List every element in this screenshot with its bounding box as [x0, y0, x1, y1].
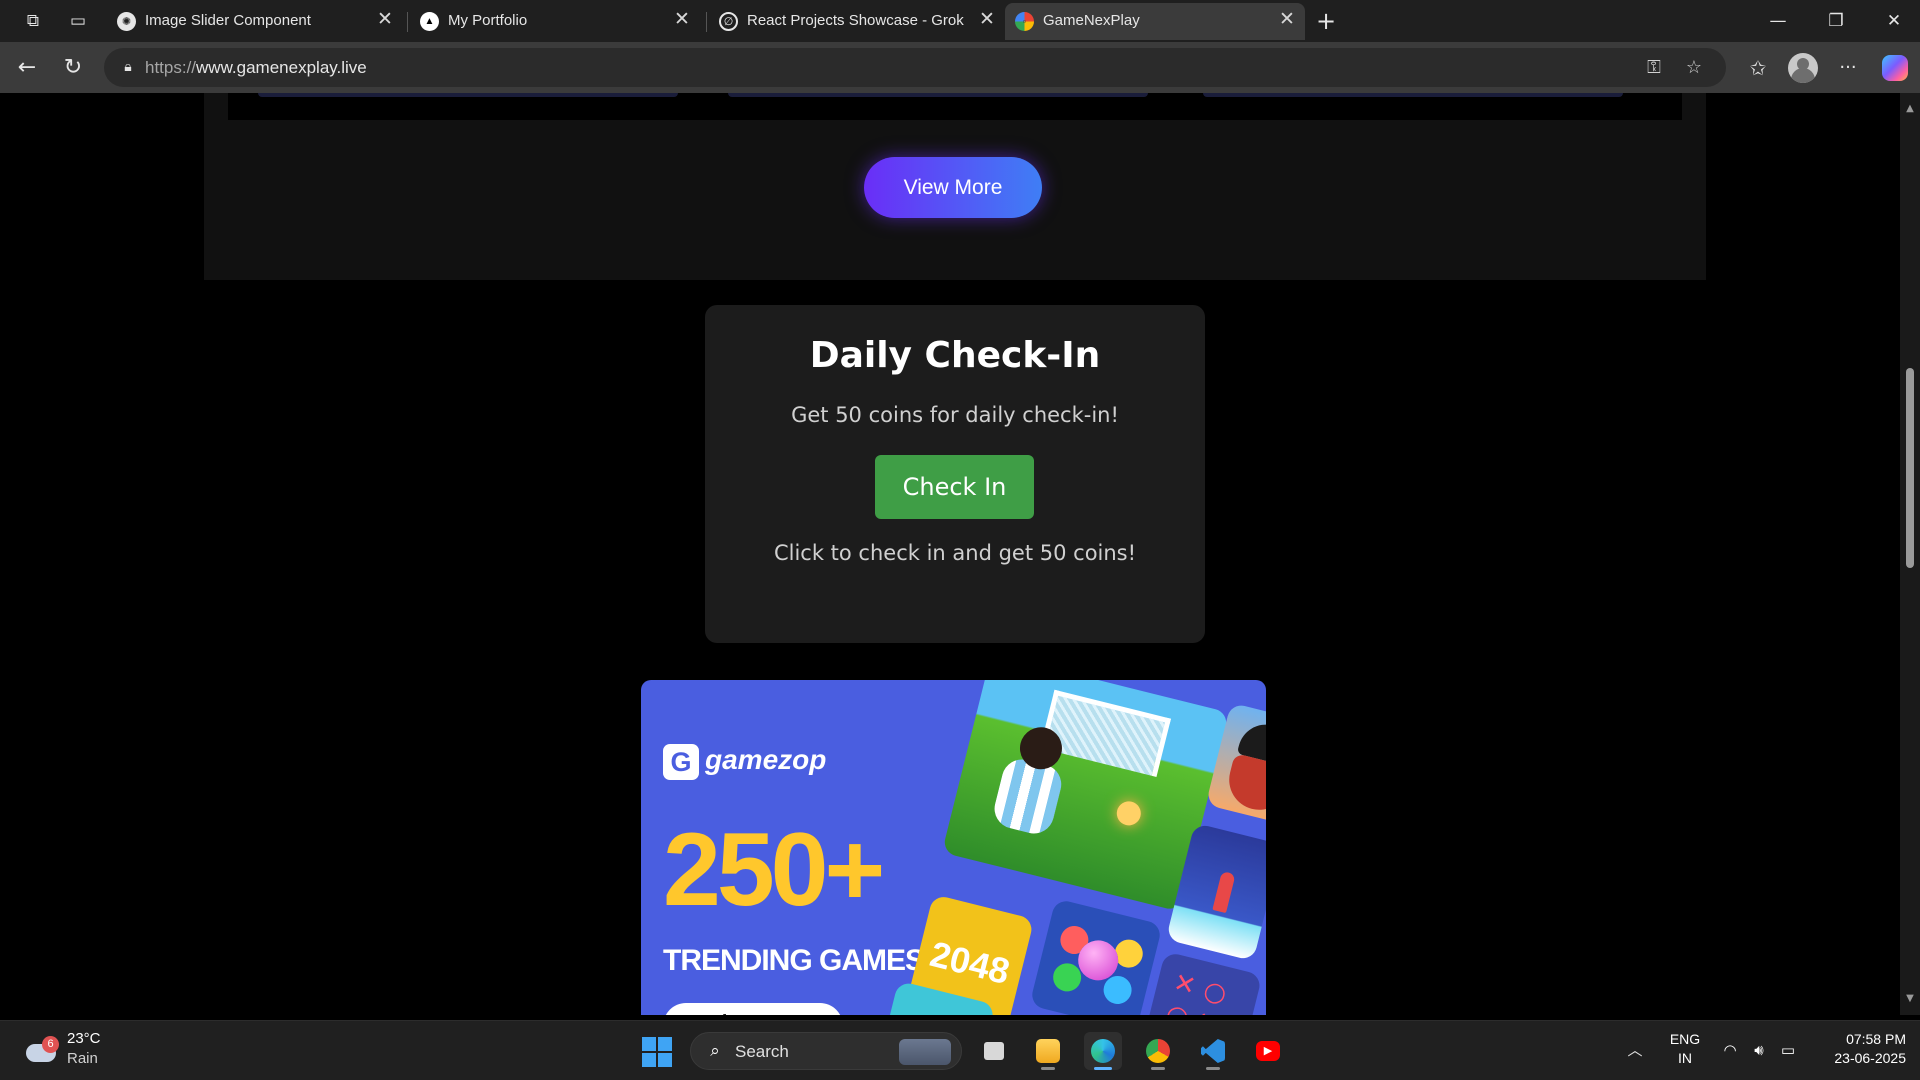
weather-badge: 6: [42, 1036, 59, 1053]
tab-my-portfolio[interactable]: ▲ My Portfolio ✕: [410, 3, 700, 40]
bubble-game-thumbnail: [1029, 898, 1163, 1015]
goal-net: [1040, 689, 1171, 777]
game-card[interactable]: [728, 93, 1148, 97]
windows-taskbar: 6 23°C Rain ⌕ Search ▶ ︿ ENG IN ◠ 🔊︎ ▭ 0…: [0, 1020, 1920, 1080]
edge-glyph: [1091, 1039, 1115, 1063]
tab-react-projects[interactable]: ∅ React Projects Showcase - Grok ✕: [709, 3, 1005, 40]
vertical-tabs-icon[interactable]: ▭: [65, 8, 91, 34]
ad-tagline: TRENDING GAMES!: [663, 944, 934, 977]
scrollbar-thumb[interactable]: [1906, 368, 1914, 568]
show-hidden-icons-icon[interactable]: ︿: [1624, 1039, 1646, 1061]
running-indicator: [1206, 1067, 1220, 1070]
address-bar[interactable]: 🔒︎ https://www.gamenexplay.live ⚿ ☆: [104, 48, 1726, 87]
search-icon: ⌕: [710, 1041, 720, 1061]
back-icon[interactable]: ←: [12, 53, 42, 83]
profile-avatar[interactable]: [1788, 53, 1818, 83]
vs-code-glyph: [1201, 1039, 1225, 1063]
close-icon[interactable]: ✕: [1277, 10, 1297, 30]
grok-icon: ∅: [719, 12, 738, 31]
close-icon[interactable]: ✕: [672, 10, 692, 30]
gamezop-ad-banner[interactable]: G gamezop 250+ TRENDING GAMES! Play Now …: [641, 680, 1266, 1015]
gamenexplay-icon: ◦: [1015, 12, 1034, 31]
weather-icon[interactable]: 6: [26, 1036, 59, 1064]
copilot-icon[interactable]: [1882, 55, 1908, 81]
games-grid-bottom: [228, 93, 1682, 120]
player-figure: [990, 755, 1066, 838]
scroll-down-icon[interactable]: ▼: [1904, 993, 1916, 1005]
chrome-icon[interactable]: [1139, 1032, 1177, 1070]
ad-game-count: 250+: [663, 812, 885, 928]
weather-temperature[interactable]: 23°C: [67, 1030, 101, 1047]
tic-tac-toe-thumbnail: [1143, 951, 1263, 1015]
tab-image-slider[interactable]: ✺ Image Slider Component ✕: [107, 3, 403, 40]
chrome-glyph: [1146, 1039, 1170, 1063]
games-section: View More: [204, 93, 1706, 280]
openai-icon: ✺: [117, 12, 136, 31]
edge-icon[interactable]: [1084, 1032, 1122, 1070]
page-viewport: View More Daily Check-In Get 50 coins fo…: [8, 93, 1900, 1015]
ball: [1114, 798, 1144, 828]
running-indicator: [1151, 1067, 1165, 1070]
address-toolbar: ← ↻ 🔒︎ https://www.gamenexplay.live ⚿ ☆ …: [0, 42, 1920, 93]
new-tab-icon[interactable]: +: [1313, 8, 1339, 34]
youtube-glyph: ▶: [1256, 1041, 1280, 1061]
tab-title: React Projects Showcase - Grok: [747, 12, 964, 29]
favorite-star-icon[interactable]: ☆: [1682, 56, 1706, 80]
game-card[interactable]: [258, 93, 678, 97]
close-icon[interactable]: ✕: [977, 10, 997, 30]
running-indicator: [1041, 1067, 1055, 1070]
minimize-icon[interactable]: —: [1750, 0, 1806, 42]
lock-icon[interactable]: 🔒︎: [118, 57, 138, 77]
taskbar-search[interactable]: ⌕ Search: [690, 1032, 962, 1070]
browser-titlebar: ⧉ ▭ ✺ Image Slider Component ✕ ▲ My Port…: [0, 0, 1920, 42]
clock-date: 23-06-2025: [1834, 1050, 1906, 1066]
vs-code-icon[interactable]: [1194, 1032, 1232, 1070]
url-text[interactable]: https://www.gamenexplay.live: [145, 58, 367, 78]
restore-icon[interactable]: ❐: [1808, 0, 1864, 42]
scroll-up-icon[interactable]: ▲: [1904, 103, 1916, 115]
workspaces-icon[interactable]: ⧉: [20, 8, 46, 34]
key-icon[interactable]: ⚿: [1642, 56, 1666, 80]
tab-gamenexplay[interactable]: ◦ GameNexPlay ✕: [1005, 3, 1305, 40]
volume-icon[interactable]: 🔊︎: [1748, 1039, 1770, 1061]
tab-separator: [706, 12, 707, 32]
tab-title: My Portfolio: [448, 12, 528, 29]
close-icon[interactable]: ✕: [375, 10, 395, 30]
check-in-button[interactable]: Check In: [875, 455, 1034, 519]
daily-checkin-card: Daily Check-In Get 50 coins for daily ch…: [705, 305, 1205, 643]
wifi-icon[interactable]: ◠: [1719, 1039, 1741, 1061]
view-more-button[interactable]: View More: [864, 157, 1042, 218]
weather-description[interactable]: Rain: [67, 1050, 98, 1067]
search-label: Search: [735, 1042, 789, 1061]
task-view-glyph: [984, 1042, 1004, 1060]
language-indicator[interactable]: ENG IN: [1668, 1030, 1702, 1068]
file-explorer-icon[interactable]: [1029, 1032, 1067, 1070]
ad-brand: gamezop: [705, 744, 827, 775]
refresh-icon[interactable]: ↻: [58, 53, 88, 83]
search-highlight-image: [899, 1039, 951, 1065]
more-options-icon[interactable]: ···: [1833, 53, 1863, 83]
running-indicator: [1094, 1067, 1112, 1070]
tab-title: GameNexPlay: [1043, 12, 1140, 29]
windows-start-icon[interactable]: [642, 1037, 672, 1067]
checkin-hint: Click to check in and get 50 coins!: [773, 541, 1137, 565]
favorites-icon[interactable]: ✩: [1743, 53, 1773, 83]
tab-title: Image Slider Component: [145, 12, 311, 29]
play-now-button[interactable]: Play Now: [663, 1003, 843, 1015]
youtube-icon[interactable]: ▶: [1249, 1032, 1287, 1070]
clock[interactable]: 07:58 PM 23-06-2025: [1810, 1030, 1906, 1068]
task-view-icon[interactable]: [975, 1032, 1013, 1070]
page-scrollbar[interactable]: ▲ ▼: [1900, 93, 1920, 1015]
window-close-icon[interactable]: ✕: [1866, 0, 1920, 42]
game-card[interactable]: [1203, 93, 1623, 97]
tab-separator: [407, 12, 408, 32]
clock-time: 07:58 PM: [1846, 1031, 1906, 1047]
battery-icon[interactable]: ▭: [1777, 1039, 1799, 1061]
checkin-description: Get 50 coins for daily check-in!: [791, 403, 1119, 427]
vercel-icon: ▲: [420, 12, 439, 31]
folder-glyph: [1036, 1039, 1060, 1063]
checkin-title: Daily Check-In: [809, 335, 1101, 376]
gamezop-logo-icon: G: [663, 744, 699, 780]
